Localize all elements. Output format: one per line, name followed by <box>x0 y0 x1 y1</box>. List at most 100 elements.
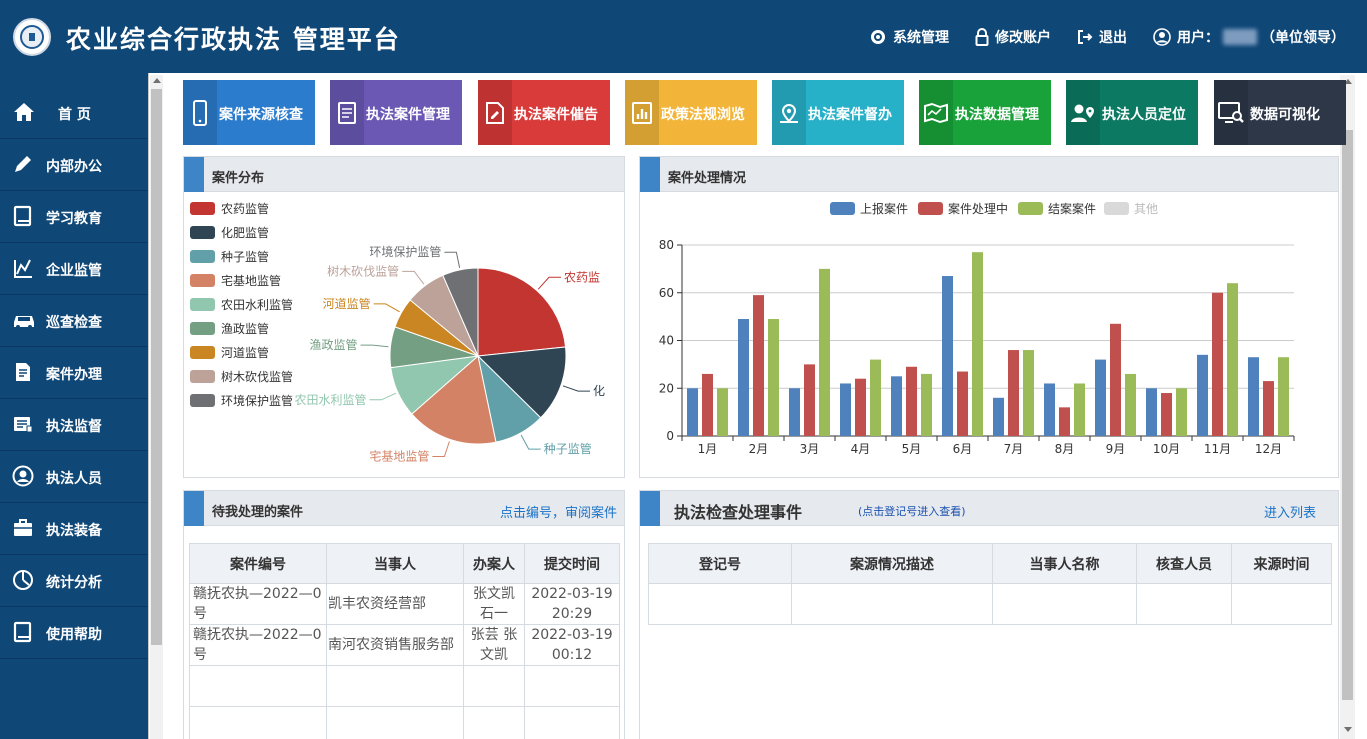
bar <box>1125 373 1136 436</box>
bar <box>1263 381 1274 436</box>
sidebar-item-cases[interactable]: 案件办理 <box>0 347 148 399</box>
bar <box>1161 393 1172 436</box>
sidebar-item-home[interactable]: 首 页 <box>0 87 148 139</box>
system-settings-link[interactable]: 系统管理 <box>869 27 949 47</box>
chart-legend-swatch <box>1018 202 1043 215</box>
y-tick-label: 40 <box>659 334 674 348</box>
pending-cases-table: 案件编号 当事人 办案人 提交时间 赣抚农执—2022—0号 凯丰农资经营部 张… <box>189 543 620 739</box>
list-icon <box>338 101 356 124</box>
case-number-link[interactable]: 赣抚农执—2022—0号 <box>189 624 327 666</box>
column-header: 来源时间 <box>1231 543 1332 584</box>
pie-callout-label: 农药监 <box>564 270 600 284</box>
sidebar-item-personnel[interactable]: 执法人员 <box>0 451 148 503</box>
sidebar-item-label: 执法装备 <box>46 523 102 539</box>
user-icon <box>12 465 34 487</box>
tile-label: 执法案件督办 <box>808 107 892 123</box>
user-prefix: 用户： <box>1177 30 1219 46</box>
enter-list-link[interactable]: 进入列表 <box>1264 502 1316 521</box>
tile-case-reminder[interactable]: 执法案件催告 <box>478 80 610 145</box>
bar <box>1146 388 1157 436</box>
x-tick-label: 11月 <box>1204 442 1231 456</box>
bar <box>1197 354 1208 436</box>
sidebar-item-enterprise[interactable]: 企业监管 <box>0 243 148 295</box>
bar <box>1059 407 1070 436</box>
tile-personnel-location[interactable]: 执法人员定位 <box>1066 80 1198 145</box>
bar <box>1227 283 1238 436</box>
table-row-empty <box>189 665 620 707</box>
briefcase-icon <box>14 519 32 536</box>
pie-callout-label: 渔政监管 <box>310 337 358 352</box>
tile-policy-browse[interactable]: 政策法规浏览 <box>625 80 757 145</box>
help-book-icon <box>13 621 32 643</box>
tile-case-supervision[interactable]: 执法案件督办 <box>772 80 904 145</box>
x-tick-label: 8月 <box>1055 442 1075 456</box>
sidebar-item-statistics[interactable]: 统计分析 <box>0 555 148 607</box>
bar <box>789 388 800 436</box>
pie-callout-line <box>562 385 591 392</box>
bar <box>753 295 764 436</box>
sidebar-item-office[interactable]: 内部办公 <box>0 139 148 191</box>
file-edit-icon <box>486 101 504 124</box>
logout-label: 退出 <box>1099 30 1127 46</box>
case-number-link[interactable]: 赣抚农执—2022—0号 <box>189 583 327 625</box>
bar <box>972 252 983 436</box>
tile-case-source-check[interactable]: 案件来源核查 <box>183 80 315 145</box>
pie-callout-line <box>444 251 461 268</box>
x-tick-label: 10月 <box>1153 442 1180 456</box>
tile-label: 执法人员定位 <box>1102 107 1186 123</box>
column-header: 核查人员 <box>1136 543 1232 584</box>
y-tick-label: 0 <box>666 429 674 443</box>
keyboard-icon <box>14 417 33 433</box>
home-icon <box>14 103 34 121</box>
sidebar-item-label: 执法人员 <box>46 471 102 487</box>
chart-legend-label: 其他 <box>1134 202 1158 216</box>
x-tick-label: 1月 <box>698 442 718 456</box>
bar <box>840 383 851 436</box>
pie-icon <box>13 570 33 590</box>
pie-callout-line <box>402 270 425 285</box>
x-tick-label: 2月 <box>749 442 769 456</box>
left-scrollbar-thumb[interactable] <box>151 89 162 645</box>
pie-callout-line <box>369 392 397 401</box>
review-cases-link[interactable]: 点击编号，审阅案件 <box>500 502 617 521</box>
tile-case-management[interactable]: 执法案件管理 <box>330 80 462 145</box>
bar <box>942 276 953 436</box>
header-links: 系统管理 修改账户 退出 用户： （单位领导） <box>843 25 1345 49</box>
x-tick-label: 4月 <box>851 442 871 456</box>
pie-callout-line <box>373 303 400 313</box>
change-account-link[interactable]: 修改账户 <box>975 27 1051 47</box>
sidebar-item-inspection[interactable]: 巡查检查 <box>0 295 148 347</box>
bar-chart: 上报案件 案件处理中 结案案件 其他 0 20 40 60 80 1月 2月 3月 4月 5月 6月 7月 8月… <box>659 201 1295 456</box>
tile-label: 政策法规浏览 <box>661 107 745 123</box>
tile-data-visualization[interactable]: 数据可视化 <box>1214 80 1346 145</box>
app-title: 农业综合行政执法 管理平台 <box>66 25 401 54</box>
panel-title: 案件分布 <box>212 171 265 186</box>
sidebar-item-label: 首 页 <box>58 107 91 123</box>
panel-title: 案件处理情况 <box>668 171 747 186</box>
pie-callout-label: 环境保护监管 <box>369 244 441 259</box>
table-row-empty <box>648 583 1332 625</box>
chart-legend-swatch <box>1104 202 1129 215</box>
column-header: 当事人名称 <box>992 543 1137 584</box>
tile-data-management[interactable]: 执法数据管理 <box>919 80 1051 145</box>
bar <box>993 397 1004 436</box>
sidebar-item-supervision[interactable]: 执法监督 <box>0 399 148 451</box>
location-icon <box>780 103 798 123</box>
chart-legend-label: 结案案件 <box>1048 201 1096 216</box>
bar <box>870 359 881 436</box>
sidebar-item-equipment[interactable]: 执法装备 <box>0 503 148 555</box>
left-scrollbar[interactable] <box>150 75 163 739</box>
sidebar-item-education[interactable]: 学习教育 <box>0 191 148 243</box>
sidebar-divider <box>148 73 149 739</box>
panel-title: 执法检查处理事件 <box>674 503 803 522</box>
right-scrollbar-thumb[interactable] <box>1342 130 1353 700</box>
logout-link[interactable]: 退出 <box>1077 27 1127 47</box>
chart-legend-label: 上报案件 <box>860 201 908 216</box>
x-tick-label: 6月 <box>953 442 973 456</box>
bar <box>906 366 917 436</box>
user-name-redacted <box>1223 29 1257 45</box>
sidebar-item-help[interactable]: 使用帮助 <box>0 607 148 659</box>
pie-callout-line <box>520 434 541 450</box>
sidebar-item-label: 案件办理 <box>46 367 102 383</box>
right-scrollbar[interactable] <box>1340 75 1355 739</box>
